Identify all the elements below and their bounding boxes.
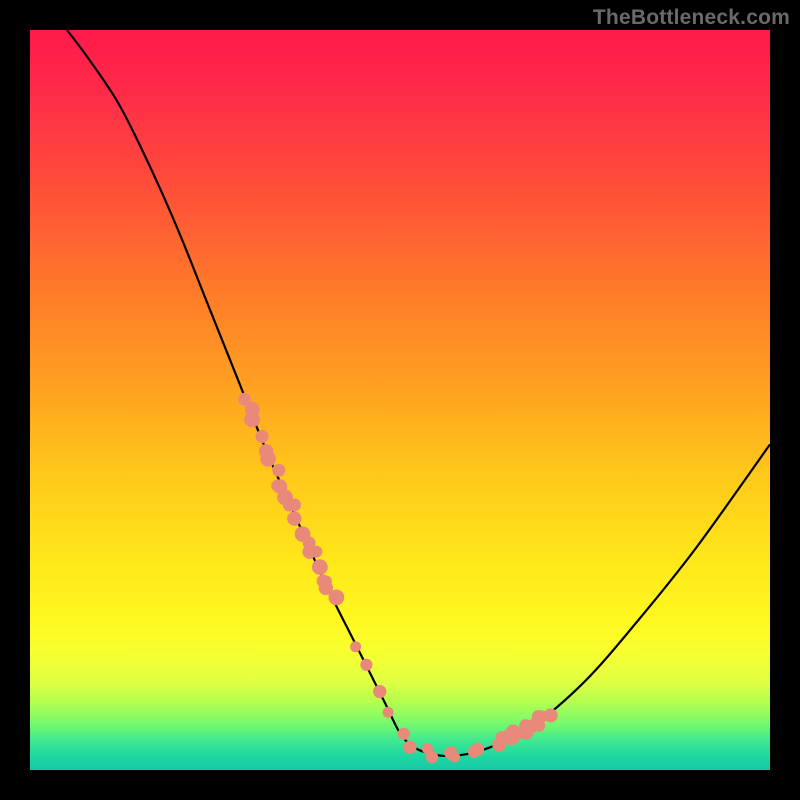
data-dot	[320, 575, 332, 587]
data-dot	[263, 454, 275, 466]
data-dot	[426, 751, 438, 763]
data-dot	[312, 559, 328, 575]
data-dot	[403, 741, 416, 754]
watermark-text: TheBottleneck.com	[593, 6, 790, 30]
data-dot	[360, 659, 372, 671]
chart-svg	[30, 30, 770, 770]
dots-group	[238, 393, 558, 764]
data-dot	[544, 708, 558, 722]
data-dot	[471, 743, 484, 756]
data-dot	[502, 730, 514, 742]
data-dot	[383, 707, 394, 718]
data-dot	[373, 685, 386, 698]
plot-area	[30, 30, 770, 770]
data-dot	[398, 728, 410, 740]
data-dot	[449, 751, 460, 762]
data-dot	[522, 725, 534, 737]
data-dot	[256, 430, 268, 442]
data-dot	[272, 464, 285, 477]
data-dot	[287, 511, 301, 525]
curve-group	[67, 30, 770, 756]
data-dot	[310, 546, 322, 558]
data-dot	[248, 403, 260, 415]
data-dot	[297, 528, 309, 540]
data-dot	[494, 740, 506, 752]
data-dot	[271, 480, 283, 492]
data-dot	[533, 713, 545, 725]
bottleneck-curve	[67, 30, 770, 756]
data-dot	[328, 589, 344, 605]
data-dot	[283, 499, 295, 511]
chart-container: TheBottleneck.com	[0, 0, 800, 800]
data-dot	[350, 641, 361, 652]
